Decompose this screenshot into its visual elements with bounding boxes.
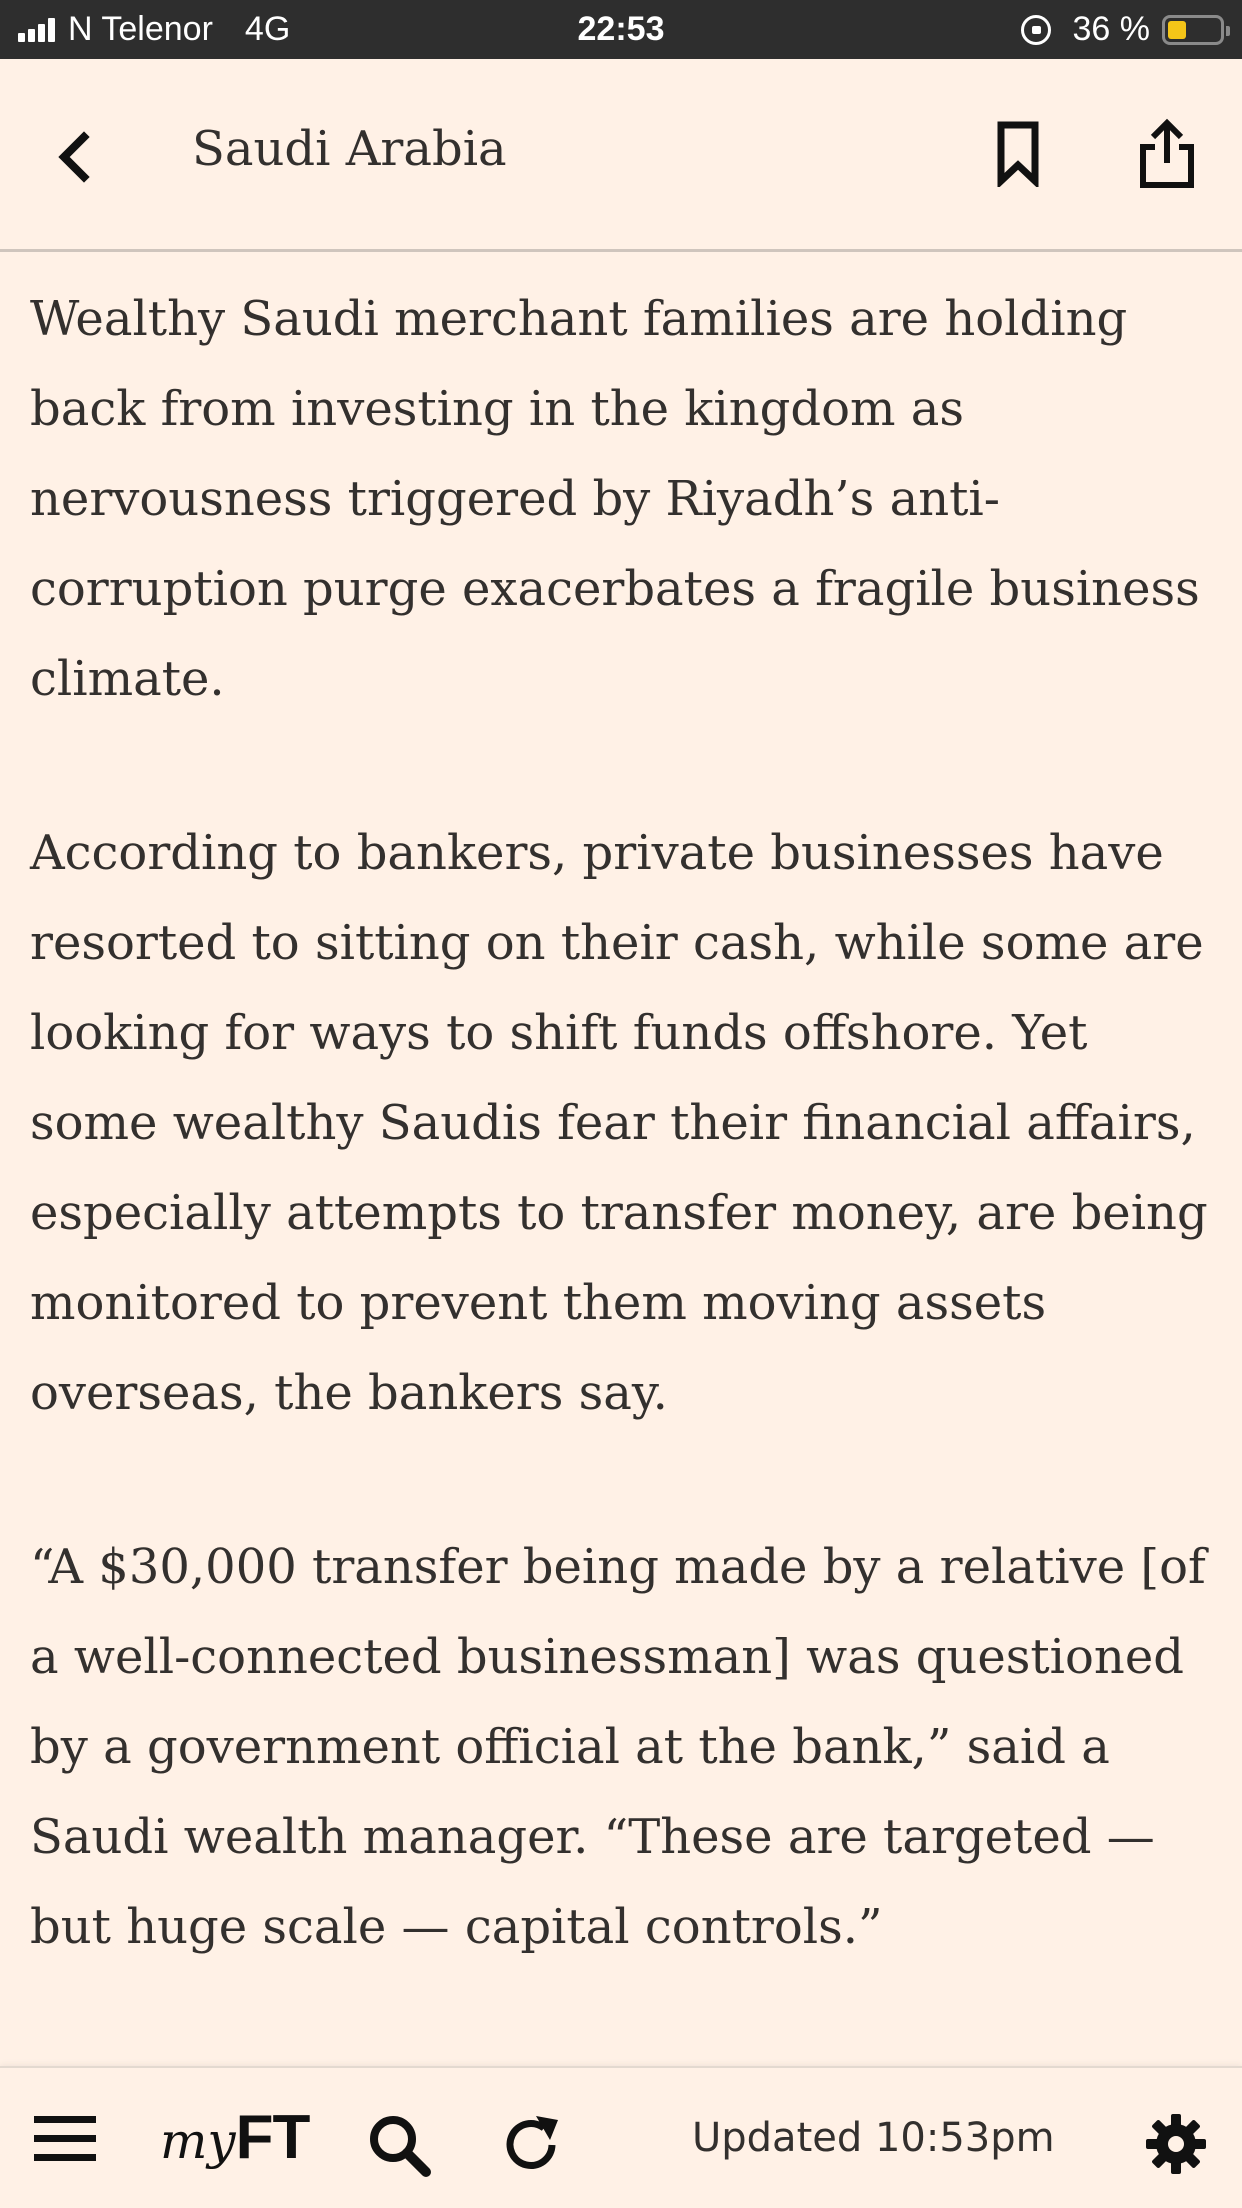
search-icon bbox=[370, 2116, 431, 2177]
battery-tip bbox=[1226, 25, 1230, 36]
article-header: Saudi Arabia bbox=[0, 59, 1242, 252]
refresh-button[interactable] bbox=[496, 2110, 566, 2180]
article-body: Wealthy Saudi merchant families are hold… bbox=[30, 252, 1220, 1972]
battery-level bbox=[1168, 20, 1186, 39]
battery-percent: 36 % bbox=[1072, 10, 1151, 48]
chevron-left-icon bbox=[58, 131, 90, 183]
menu-icon bbox=[34, 2116, 96, 2161]
back-button[interactable] bbox=[48, 117, 108, 197]
article-paragraph: Wealthy Saudi merchant families are hold… bbox=[30, 291, 1200, 707]
status-right: 36 % bbox=[1020, 0, 1230, 59]
battery-icon bbox=[1162, 14, 1230, 45]
myft-ft-label: FT bbox=[235, 2103, 311, 2172]
article-paragraph: According to bankers, private businesses… bbox=[30, 825, 1208, 1421]
page-title: Saudi Arabia bbox=[192, 121, 507, 177]
settings-button[interactable] bbox=[1144, 2112, 1208, 2176]
menu-button[interactable] bbox=[34, 2116, 96, 2164]
myft-my-label: my bbox=[160, 2112, 236, 2170]
rotation-lock-icon bbox=[1020, 14, 1051, 45]
bottom-toolbar: myFT Updated 10:53pm bbox=[0, 2066, 1242, 2208]
share-icon bbox=[1140, 118, 1194, 188]
refresh-icon bbox=[506, 2116, 558, 2169]
article-paragraph: “A $30,000 transfer being made by a rela… bbox=[30, 1539, 1206, 1955]
bookmark-button[interactable] bbox=[995, 121, 1041, 190]
myft-button[interactable]: myFT bbox=[160, 2102, 311, 2182]
status-bar: N Telenor 4G 22:53 36 % bbox=[0, 0, 1242, 59]
share-button[interactable] bbox=[1137, 117, 1197, 189]
search-button[interactable] bbox=[366, 2112, 432, 2178]
bookmark-icon bbox=[997, 121, 1039, 190]
updated-status: Updated 10:53pm bbox=[692, 2115, 1055, 2161]
gear-icon bbox=[1146, 2114, 1206, 2174]
